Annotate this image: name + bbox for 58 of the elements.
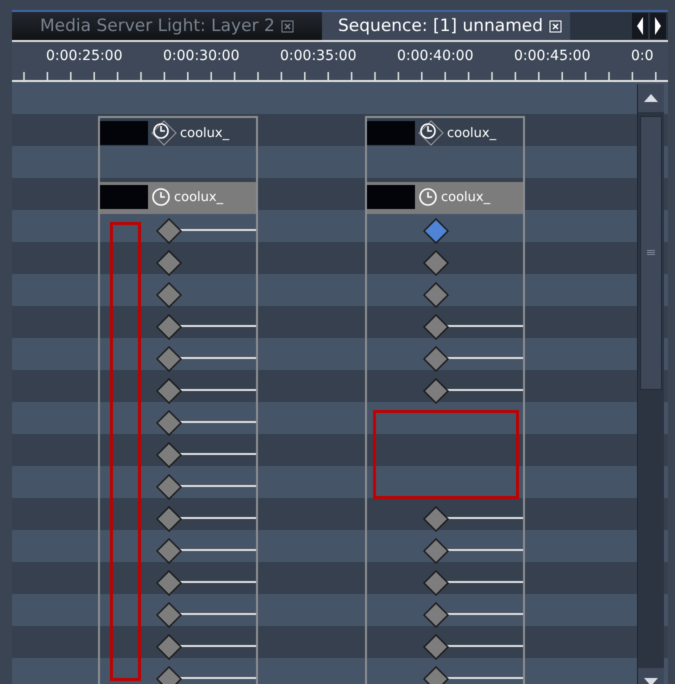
keyframe-diamond[interactable] [423, 314, 449, 340]
keyframe-diamond[interactable] [423, 218, 449, 244]
keyframe-diamond[interactable] [423, 602, 449, 628]
scroll-right-button[interactable] [650, 13, 666, 39]
time-label: 0:00:30:00 [163, 48, 241, 64]
video-thumbnail [367, 121, 415, 145]
video-thumbnail [367, 185, 415, 209]
time-label: 0:0 [631, 48, 655, 64]
keyframe-diamond[interactable] [423, 506, 449, 532]
clock-icon [150, 186, 172, 208]
keyframe-diamond[interactable] [156, 378, 182, 404]
video-thumbnail [100, 185, 148, 209]
down-triangle-icon [644, 678, 658, 684]
clip-label: coolux_ [447, 126, 496, 140]
clip-header[interactable]: coolux_ [100, 118, 256, 150]
tab[interactable]: Sequence: [1] unnamed [322, 12, 570, 40]
clip-header[interactable]: coolux_ [100, 182, 256, 214]
keyframe-diamond[interactable] [156, 442, 182, 468]
time-label: 0:00:25:00 [46, 48, 124, 64]
keyframe-diamond[interactable] [423, 570, 449, 596]
clock-diamond-icon [150, 119, 178, 147]
scrollbar[interactable] [637, 84, 664, 684]
keyframe-diamond[interactable] [156, 602, 182, 628]
keyframe-diamond[interactable] [156, 218, 182, 244]
scroll-thumb[interactable] [640, 116, 662, 390]
clip-label: coolux_ [174, 190, 224, 204]
clip-label: coolux_ [180, 126, 230, 140]
keyframe-diamond[interactable] [423, 538, 449, 564]
keyframe-diamond[interactable] [423, 282, 449, 308]
tab[interactable]: Media Server Light: Layer 2 [12, 12, 322, 40]
keyframe-diamond[interactable] [156, 506, 182, 532]
video-thumbnail [100, 121, 148, 145]
time-label: 0:00:40:00 [397, 48, 475, 64]
time-label: 0:00:45:00 [514, 48, 592, 64]
keyframe-diamond[interactable] [423, 634, 449, 660]
clip-header[interactable]: coolux_ [367, 118, 523, 150]
keyframe-diamond[interactable] [156, 570, 182, 596]
keyframe-diamond[interactable] [423, 346, 449, 372]
keyframe-diamond[interactable] [156, 250, 182, 276]
keyframe-diamond[interactable] [156, 346, 182, 372]
close-icon[interactable] [280, 20, 294, 32]
clip-label: coolux_ [441, 190, 490, 204]
keyframe-diamond[interactable] [156, 474, 182, 500]
keyframe-diamond[interactable] [423, 378, 449, 404]
up-triangle-icon [644, 94, 658, 102]
keyframe-diamond[interactable] [156, 410, 182, 436]
keyframe-diamond[interactable] [156, 634, 182, 660]
clock-icon [417, 186, 439, 208]
scroll-up-button[interactable] [638, 84, 664, 112]
time-label: 0:00:35:00 [280, 48, 358, 64]
keyframe-diamond[interactable] [156, 538, 182, 564]
keyframe-diamond[interactable] [423, 250, 449, 276]
keyframe-diamond[interactable] [156, 314, 182, 340]
clip-header[interactable]: coolux_ [367, 182, 523, 214]
clock-diamond-icon [417, 119, 445, 147]
keyframe-diamond[interactable] [156, 282, 182, 308]
grip-icon [647, 250, 655, 256]
scroll-left-button[interactable] [632, 13, 648, 39]
